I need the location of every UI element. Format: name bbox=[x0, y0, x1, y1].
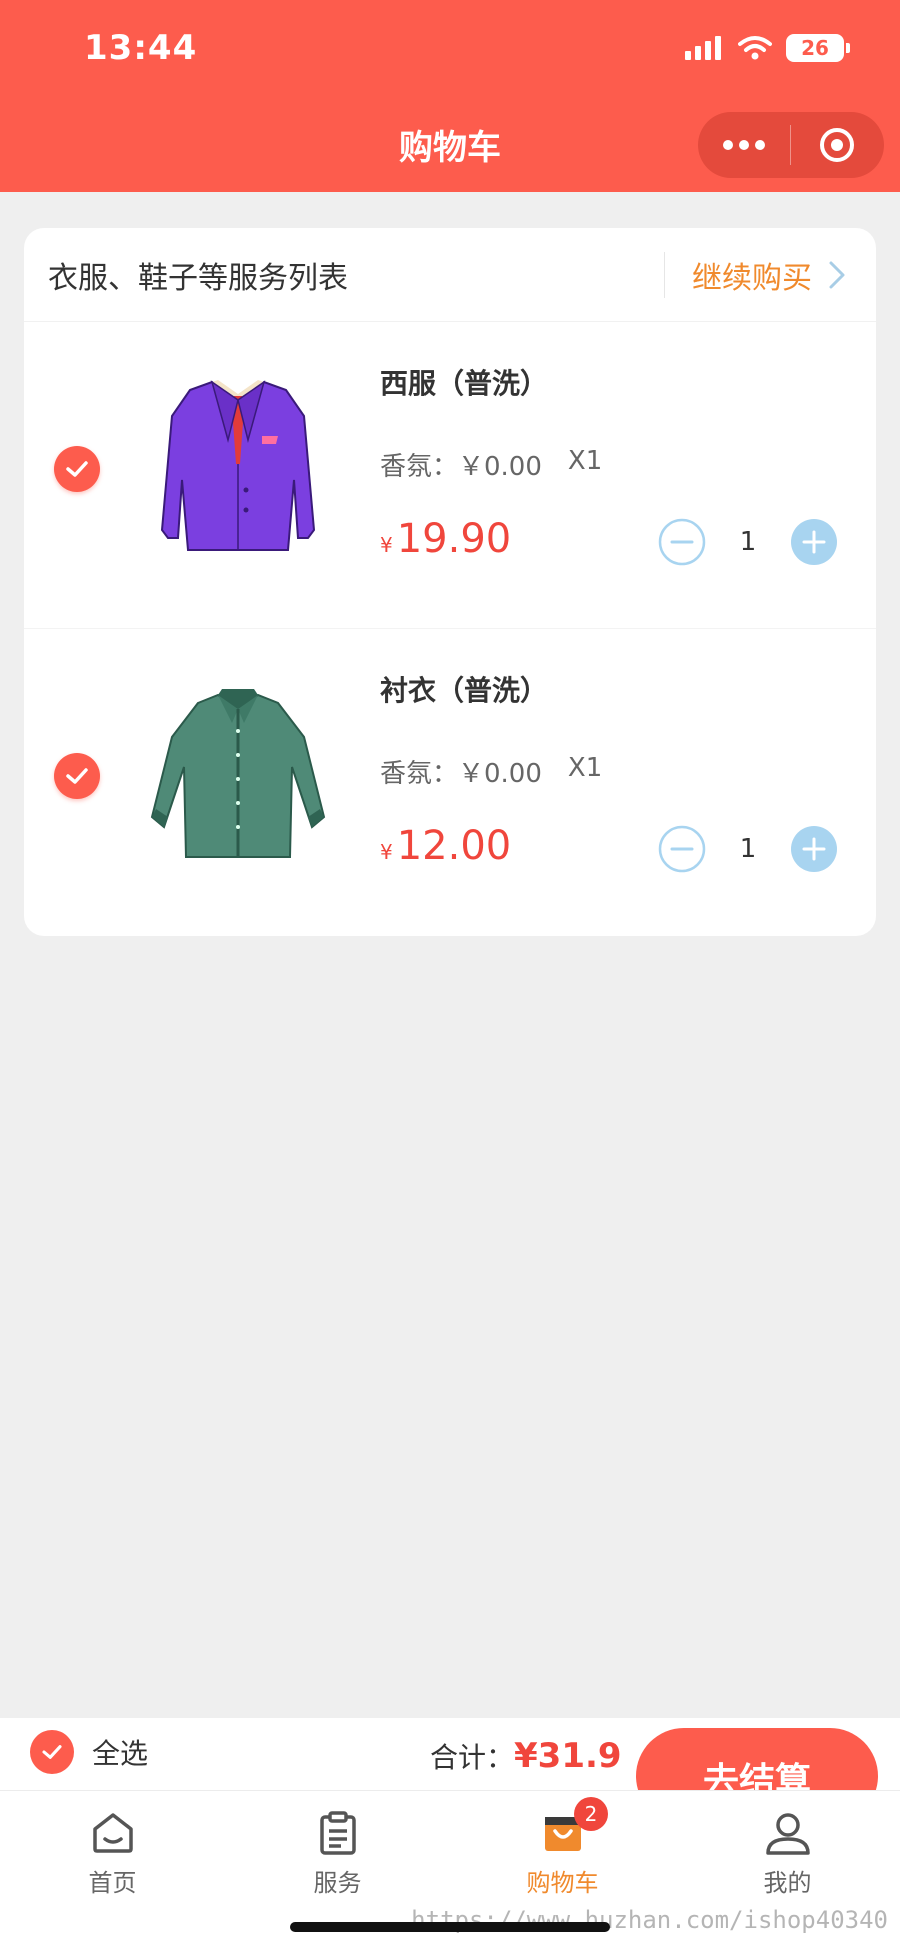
cart-card: 衣服、鞋子等服务列表 继续购买 西服（普洗） 香氛：￥0.00 X1 ¥ 19.… bbox=[24, 228, 876, 936]
header-divider bbox=[664, 252, 665, 298]
tab-home[interactable]: 首页 bbox=[0, 1791, 225, 1947]
cart-item: 衬衣（普洗） 香氛：￥0.00 X1 ¥ 12.00 1 bbox=[24, 629, 876, 936]
more-dots-icon bbox=[723, 140, 765, 150]
item-multiplier: X1 bbox=[567, 446, 603, 476]
fragrance-option: 香氛：￥0.00 bbox=[380, 452, 542, 482]
battery-indicator: 26 bbox=[786, 34, 850, 62]
check-icon bbox=[66, 768, 88, 784]
home-indicator bbox=[290, 1922, 610, 1932]
cart-count-badge: 2 bbox=[574, 1797, 608, 1831]
header: 13:44 26 购物车 bbox=[0, 0, 900, 192]
fragrance-option: 香氛：￥0.00 bbox=[380, 759, 542, 789]
plus-circle-icon bbox=[791, 519, 837, 565]
more-button[interactable] bbox=[698, 112, 790, 178]
item-option: 香氛：￥0.00 X1 bbox=[380, 753, 602, 790]
tab-label: 首页 bbox=[88, 1869, 137, 1897]
item-option: 香氛：￥0.00 X1 bbox=[380, 446, 602, 483]
check-icon bbox=[42, 1745, 62, 1759]
cart-item: 西服（普洗） 香氛：￥0.00 X1 ¥ 19.90 1 bbox=[24, 322, 876, 629]
target-icon bbox=[820, 128, 854, 162]
decrease-button[interactable] bbox=[658, 518, 706, 566]
price-value: 19.90 bbox=[396, 516, 512, 562]
home-icon bbox=[92, 1813, 133, 1853]
quantity-value: 1 bbox=[739, 527, 757, 557]
suit-image bbox=[160, 380, 316, 551]
quantity-stepper: 1 bbox=[658, 825, 838, 873]
item-price: ¥ 12.00 bbox=[380, 823, 511, 869]
select-all-checkbox[interactable] bbox=[30, 1730, 74, 1774]
close-mini-program-button[interactable] bbox=[791, 112, 883, 178]
increase-button[interactable] bbox=[790, 825, 838, 873]
tab-label: 服务 bbox=[313, 1869, 362, 1897]
minus-circle-icon bbox=[658, 825, 706, 873]
wifi-icon bbox=[738, 36, 772, 60]
item-checkbox[interactable] bbox=[54, 753, 100, 799]
total-label: 合计： bbox=[430, 1741, 515, 1774]
signal-icon bbox=[685, 36, 721, 60]
continue-shopping-label: 继续购买 bbox=[692, 261, 812, 296]
currency-symbol: ¥ bbox=[380, 533, 393, 557]
shirt-image bbox=[150, 689, 326, 858]
tab-label: 我的 bbox=[763, 1869, 812, 1897]
increase-button[interactable] bbox=[790, 518, 838, 566]
continue-shopping-link[interactable]: 继续购买 bbox=[664, 228, 846, 322]
tab-label: 购物车 bbox=[526, 1869, 599, 1897]
item-name: 西服（普洗） bbox=[380, 367, 549, 400]
price-value: 12.00 bbox=[396, 823, 512, 869]
cart-card-header: 衣服、鞋子等服务列表 继续购买 bbox=[24, 228, 876, 322]
service-list-title: 衣服、鞋子等服务列表 bbox=[48, 260, 348, 296]
total-value: ¥31.9 bbox=[514, 1736, 622, 1776]
order-total: 合计： ¥31.9 bbox=[430, 1736, 622, 1776]
quantity-value: 1 bbox=[739, 834, 757, 864]
clipboard-icon bbox=[319, 1811, 356, 1855]
status-icons: 26 bbox=[684, 34, 850, 62]
item-checkbox[interactable] bbox=[54, 446, 100, 492]
chevron-right-icon bbox=[829, 261, 845, 289]
check-icon bbox=[66, 461, 88, 477]
minus-circle-icon bbox=[658, 518, 706, 566]
user-icon bbox=[765, 1813, 810, 1855]
mini-program-capsule bbox=[698, 112, 884, 178]
item-name: 衬衣（普洗） bbox=[380, 674, 549, 707]
status-time: 13:44 bbox=[84, 28, 198, 68]
item-multiplier: X1 bbox=[567, 753, 603, 783]
checkout-bar: 全选 合计： ¥31.9 去结算 bbox=[0, 1718, 900, 1824]
decrease-button[interactable] bbox=[658, 825, 706, 873]
quantity-stepper: 1 bbox=[658, 518, 838, 566]
currency-symbol: ¥ bbox=[380, 840, 393, 864]
select-all-label: 全选 bbox=[92, 1737, 149, 1770]
item-price: ¥ 19.90 bbox=[380, 516, 511, 562]
plus-circle-icon bbox=[791, 826, 837, 872]
select-all-toggle[interactable]: 全选 bbox=[30, 1730, 148, 1774]
